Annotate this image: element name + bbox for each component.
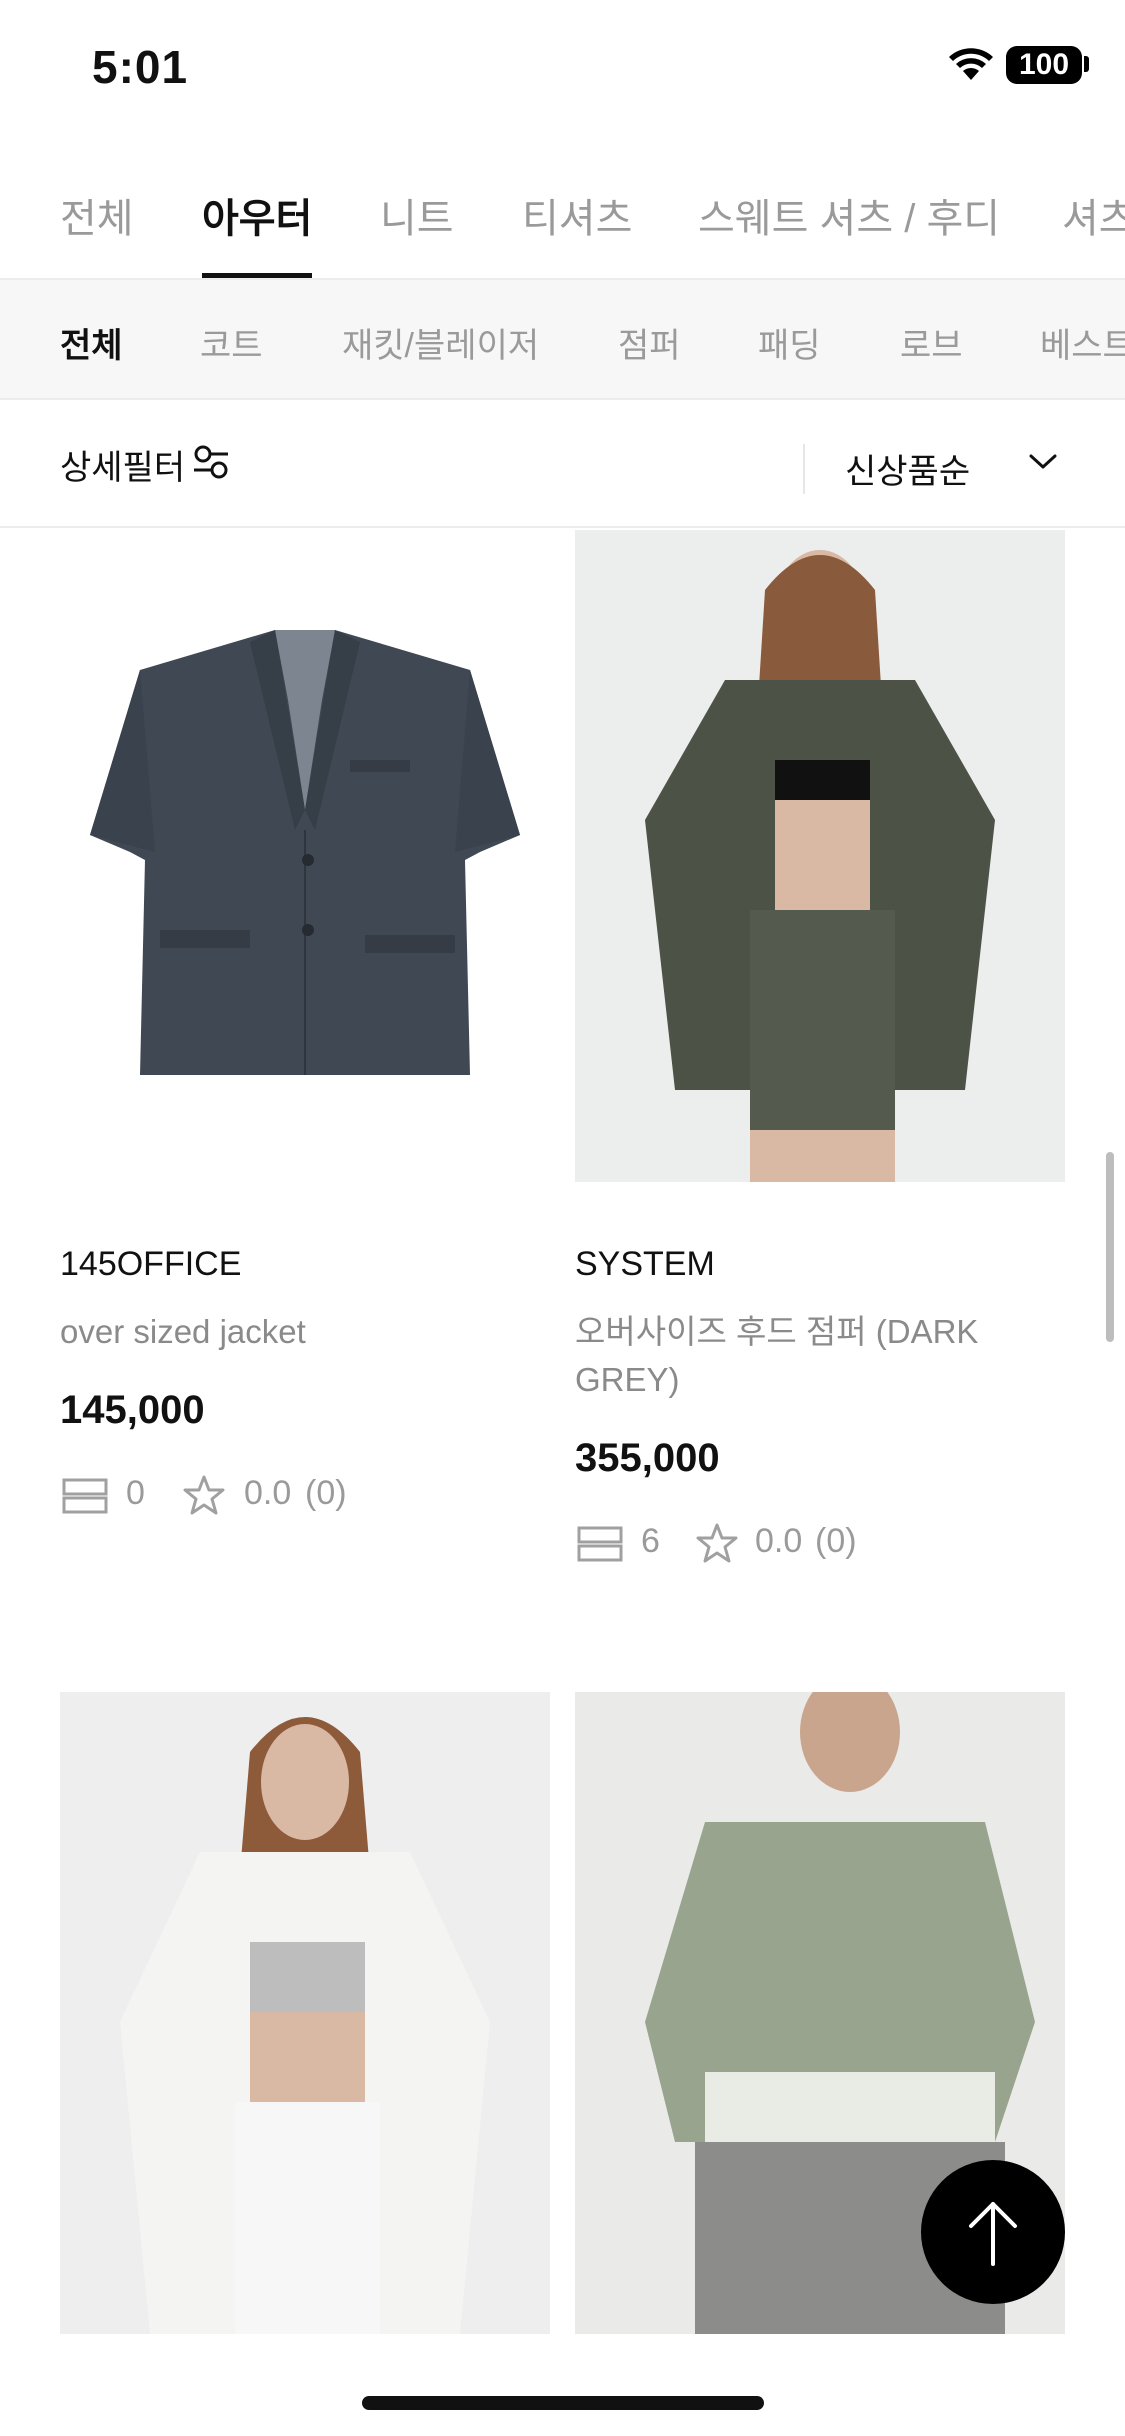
battery-icon: 100 — [1006, 46, 1082, 84]
status-bar: 5:01 100 — [0, 0, 1125, 140]
filter-bar: 상세필터 신상품순 — [0, 400, 1125, 528]
subtab-jacket-blazer[interactable]: 재킷/블레이저 — [342, 318, 539, 367]
detail-filter-button[interactable]: 상세필터 — [60, 440, 185, 489]
subtab-coat[interactable]: 코트 — [200, 318, 263, 367]
product-image[interactable] — [60, 1692, 550, 2334]
tab-tshirts[interactable]: 티셔츠 — [522, 186, 632, 278]
star-icon — [696, 1523, 738, 1563]
main-category-tabs: 전체 아우터 니트 티셔츠 스웨트 셔츠 / 후디 셔츠 — [0, 160, 1125, 280]
product-brand: 145OFFICE — [60, 1245, 242, 1283]
product-brand: SYSTEM — [575, 1245, 715, 1283]
product-price: 145,000 — [60, 1388, 205, 1432]
scroll-to-top-button[interactable] — [921, 2160, 1065, 2304]
product-name: over sized jacket — [60, 1313, 306, 1350]
product-image[interactable] — [575, 530, 1065, 1182]
model-image — [120, 1717, 490, 2334]
sort-dropdown[interactable]: 신상품순 — [845, 444, 970, 493]
tab-outer[interactable]: 아우터 — [202, 186, 313, 278]
product-meta: 6 0.0 (0) — [575, 1522, 875, 1563]
product-image[interactable] — [60, 530, 550, 1180]
scroll-indicator[interactable] — [1106, 1152, 1114, 1342]
compare-icon — [577, 1526, 623, 1562]
sub-category-tabs: 전체 코트 재킷/블레이저 점퍼 패딩 로브 베스트 — [0, 280, 1125, 400]
star-icon — [183, 1475, 225, 1515]
tab-knit[interactable]: 니트 — [380, 186, 454, 278]
model-image — [645, 550, 995, 1182]
filter-sliders-icon[interactable] — [192, 444, 230, 480]
home-indicator — [362, 2396, 764, 2410]
rating-value: 0.0 — [755, 1522, 803, 1560]
review-count: (0) — [305, 1474, 347, 1512]
tab-sweatshirts-hoodies[interactable]: 스웨트 셔츠 / 후디 — [698, 186, 1000, 278]
tab-all[interactable]: 전체 — [60, 186, 134, 278]
subtab-robe[interactable]: 로브 — [900, 318, 963, 367]
subtab-vest[interactable]: 베스트 — [1040, 318, 1125, 367]
product-name: 오버사이즈 후드 점퍼 (DARK GREY) — [575, 1313, 979, 1398]
tab-shirts[interactable]: 셔츠 — [1062, 186, 1125, 278]
compare-icon — [62, 1478, 108, 1514]
rating-value: 0.0 — [244, 1474, 292, 1512]
arrow-up-icon — [969, 2202, 1017, 2266]
status-time: 5:01 — [92, 41, 189, 93]
wifi-icon — [949, 48, 993, 80]
review-count: (0) — [815, 1522, 857, 1560]
product-price: 355,000 — [575, 1436, 720, 1480]
subtab-all[interactable]: 전체 — [60, 318, 123, 367]
jacket-image — [90, 630, 520, 1075]
chevron-down-icon[interactable] — [1028, 452, 1058, 472]
compare-count: 0 — [126, 1474, 145, 1512]
subtab-jumper[interactable]: 점퍼 — [618, 318, 681, 367]
compare-count: 6 — [641, 1522, 660, 1560]
battery-nub — [1084, 56, 1089, 72]
product-meta: 0 0.0 (0) — [60, 1474, 360, 1515]
filter-divider — [803, 444, 805, 494]
subtab-padding[interactable]: 패딩 — [758, 318, 821, 367]
